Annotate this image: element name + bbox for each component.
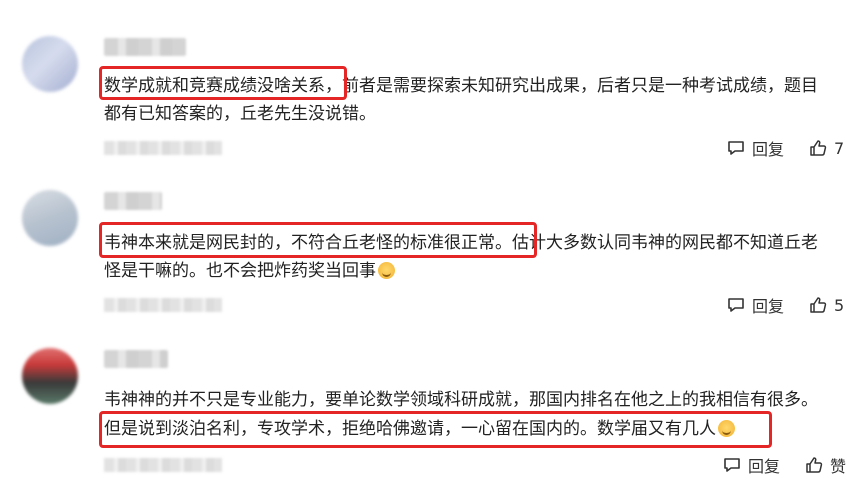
comment-bubble-icon [726, 138, 746, 158]
comment-bubble-icon [722, 455, 742, 475]
comment-text-line: 都有已知答案的，丘老先生没说错。 [104, 104, 376, 124]
comment-text-line: 数学成就和竞赛成绩没啥关系，前者是需要探索未知研究出成果，后者只是一种考试成绩，… [104, 76, 818, 96]
comment-text-line: 韦神神的并不只是专业能力，要单论数学领域科研成就，那国内排名在他之上的我相信有很… [104, 390, 818, 410]
reply-button[interactable]: 回复 [726, 136, 784, 160]
username-blurred[interactable] [104, 350, 168, 368]
like-count: 7 [834, 138, 845, 158]
thumbs-up-icon [808, 138, 828, 158]
reply-label: 回复 [748, 457, 781, 476]
comment-bubble-icon [726, 295, 746, 315]
comment-text-line: 但是说到淡泊名利，专攻学术，拒绝哈佛邀请，一心留在国内的。数学届又有几人 [104, 415, 849, 443]
meta-blurred [104, 298, 222, 312]
meta-blurred [104, 458, 222, 472]
comment-text: 怪是干嘛的。也不会把炸药奖当回事 [104, 261, 376, 281]
like-button[interactable]: 7 [808, 138, 844, 158]
avatar[interactable] [22, 36, 78, 92]
like-button[interactable]: 5 [808, 295, 844, 315]
username-blurred[interactable] [104, 38, 186, 56]
reply-button[interactable]: 回复 [722, 453, 780, 477]
avatar[interactable] [22, 190, 78, 246]
like-label: 赞 [830, 457, 847, 476]
comment-text: 但是说到淡泊名利，专攻学术，拒绝哈佛邀请，一心留在国内的。数学届又有几人 [104, 419, 716, 439]
meta-blurred [104, 141, 222, 155]
like-count: 5 [834, 295, 845, 315]
smile-emoji-icon [718, 420, 735, 437]
comment-text-line: 怪是干嘛的。也不会把炸药奖当回事 [104, 257, 849, 285]
reply-label: 回复 [752, 140, 785, 159]
comment-text-line: 韦神本来就是网民封的，不符合丘老怪的标准很正常。估计大多数认同韦神的网民都不知道… [104, 233, 818, 253]
thumbs-up-icon [804, 455, 824, 475]
reply-button[interactable]: 回复 [726, 293, 784, 317]
like-button[interactable]: 赞 [804, 453, 846, 477]
smile-emoji-icon [378, 262, 395, 279]
reply-label: 回复 [752, 297, 785, 316]
thumbs-up-icon [808, 295, 828, 315]
avatar[interactable] [22, 348, 78, 404]
username-blurred[interactable] [104, 192, 162, 210]
